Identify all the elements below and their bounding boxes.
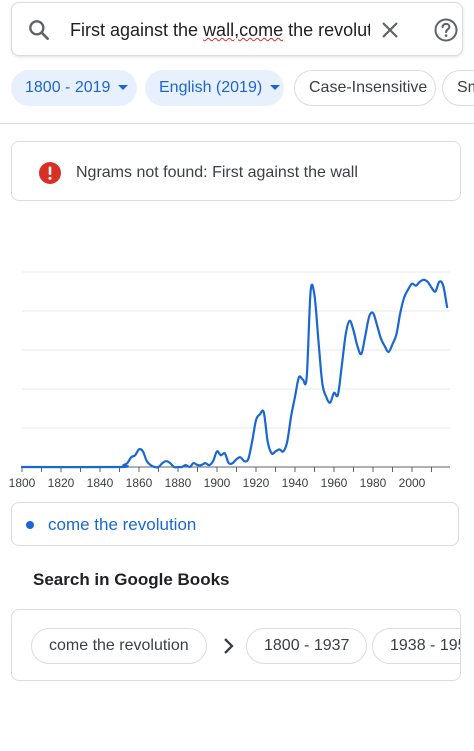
query-suffix: the revolution: [288, 20, 370, 40]
dropdown-caret-icon: [270, 85, 281, 91]
query-misspelled-word: wall,come: [203, 20, 284, 40]
search-icon[interactable]: [26, 17, 52, 43]
books-search-card: come the revolution 1800 - 1937 1938 - 1…: [11, 609, 461, 681]
chart-x-tick-label: 2000: [399, 476, 426, 490]
notice-message: Ngrams not found: First against the wall: [76, 164, 358, 181]
books-range-chip-2[interactable]: 1938 - 1950: [372, 628, 460, 664]
chart-x-tick-label: 1920: [243, 476, 270, 490]
books-range-label-2: 1938 - 1950: [390, 637, 460, 654]
chart-x-tick-label: 1940: [282, 476, 309, 490]
chevron-right-icon: [224, 638, 234, 654]
error-icon: [39, 162, 61, 184]
smoothing-label: Smoothing: [457, 79, 474, 96]
year-range-label: 1800 - 2019: [25, 79, 111, 96]
legend-series-label[interactable]: come the revolution: [48, 513, 196, 537]
books-query-label: come the revolution: [49, 637, 189, 654]
ngram-not-found-notice: Ngrams not found: First against the wall: [11, 141, 461, 201]
chart-series-line: [20, 278, 449, 469]
search-bar[interactable]: First against the wall,come the revoluti…: [11, 2, 463, 56]
dropdown-caret-icon: [118, 85, 129, 91]
books-heading: Search in Google Books: [33, 570, 230, 589]
chart-x-tick-label: 1820: [48, 476, 75, 490]
chart-x-tick-label: 1960: [321, 476, 348, 490]
chart-x-tick-label: 1900: [204, 476, 231, 490]
books-query-chip[interactable]: come the revolution: [31, 628, 207, 664]
chart-x-tick-label: 1800: [9, 476, 36, 490]
chart-x-tick-label: 1840: [87, 476, 114, 490]
case-label: Case-Insensitive: [309, 79, 428, 96]
books-range-chip-1[interactable]: 1800 - 1937: [246, 628, 368, 664]
search-input[interactable]: First against the wall,come the revoluti…: [70, 16, 370, 44]
books-range-label-1: 1800 - 1937: [264, 637, 350, 654]
divider: [0, 123, 474, 124]
help-icon[interactable]: [433, 17, 459, 43]
chart-x-tick-label: 1980: [360, 476, 387, 490]
case-chip[interactable]: Case-Insensitive: [294, 70, 436, 106]
legend-marker: [26, 521, 34, 529]
corpus-label: English (2019): [159, 79, 263, 96]
close-icon[interactable]: [378, 18, 402, 42]
chart-legend[interactable]: come the revolution: [11, 502, 459, 546]
chart-x-tick-label: 1880: [165, 476, 192, 490]
smoothing-chip[interactable]: Smoothing: [442, 70, 474, 106]
filter-chip-row: 1800 - 2019 English (2019) Case-Insensit…: [0, 68, 474, 108]
query-prefix: First against the: [70, 20, 204, 40]
corpus-chip[interactable]: English (2019): [145, 70, 284, 106]
year-range-chip[interactable]: 1800 - 2019: [11, 70, 137, 106]
chart-x-tick-label: 1860: [126, 476, 153, 490]
ngram-chart: 1800 1820 1840 1860 1880 1900 1920 1940 1960 1980…: [9, 271, 450, 490]
